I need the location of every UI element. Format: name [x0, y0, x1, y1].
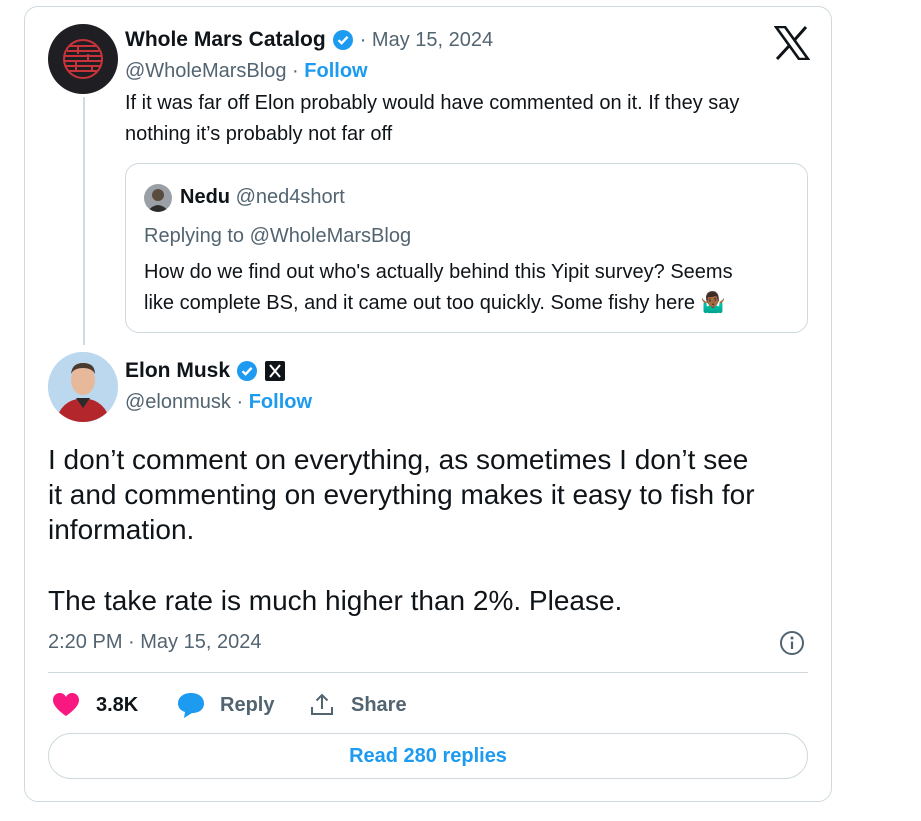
tweet-text-line: information. — [48, 514, 195, 545]
heart-icon — [52, 692, 80, 718]
follow-link[interactable]: Follow — [249, 391, 312, 413]
share-icon — [309, 692, 335, 718]
verified-badge-icon — [332, 29, 354, 51]
tweet-timestamp[interactable]: 2:20 PM · May 15, 2024 — [48, 631, 261, 654]
like-button[interactable]: 3.8K — [52, 688, 138, 722]
tweet-text-line: The take rate is much higher than 2%. Pl… — [48, 585, 623, 616]
tweet-text: I don’t comment on everything, as someti… — [48, 442, 755, 618]
tweet-text-line: like complete BS, and it came out too qu… — [144, 292, 726, 314]
reply-bubble-icon — [176, 691, 206, 719]
share-label: Share — [351, 693, 407, 716]
like-count: 3.8K — [96, 693, 139, 716]
parent-tweet-header: Whole Mars Catalog · May 15, 2024 — [125, 28, 493, 52]
avatar[interactable] — [48, 352, 118, 422]
quoted-tweet-text: How do we find out who's actually behind… — [144, 257, 733, 319]
tweet-text-line: I don’t comment on everything, as someti… — [48, 444, 749, 475]
share-button[interactable]: Share — [309, 688, 407, 722]
reply-button[interactable]: Reply — [176, 688, 274, 722]
replying-to-handle[interactable]: @WholeMarsBlog — [250, 225, 411, 247]
author-name[interactable]: Elon Musk — [125, 359, 230, 383]
main-tweet-header: Elon Musk — [125, 359, 286, 383]
author-handle[interactable]: @elonmusk — [125, 391, 231, 413]
separator-dot: · — [236, 391, 244, 413]
info-icon[interactable] — [779, 630, 805, 656]
verified-badge-icon — [236, 360, 258, 382]
author-name[interactable]: Whole Mars Catalog — [125, 28, 326, 52]
quoted-tweet-header: Nedu @ned4short — [180, 186, 345, 209]
tweet-text: If it was far off Elon probably would ha… — [125, 88, 739, 150]
read-replies-button[interactable]: Read 280 replies — [48, 733, 808, 779]
circular-maze-avatar-icon — [63, 39, 103, 79]
x-affiliate-badge-icon[interactable] — [264, 360, 286, 382]
follow-link[interactable]: Follow — [304, 60, 367, 82]
author-name[interactable]: Nedu — [180, 186, 230, 208]
avatar[interactable] — [144, 184, 172, 212]
x-logo-icon[interactable] — [773, 25, 811, 61]
read-replies-label: Read 280 replies — [349, 744, 507, 767]
replying-to-line: Replying to @WholeMarsBlog — [144, 225, 411, 248]
tweet-text-line: nothing it’s probably not far off — [125, 123, 393, 145]
divider — [48, 672, 808, 673]
tweet-text-line: it and commenting on everything makes it… — [48, 479, 755, 510]
main-handle-row: @elonmusk · Follow — [125, 391, 312, 414]
tweet-date[interactable]: · May 15, 2024 — [360, 29, 493, 52]
avatar[interactable] — [48, 24, 118, 94]
tweet-text-line: How do we find out who's actually behind… — [144, 261, 733, 283]
separator-dot: · — [292, 60, 299, 82]
author-handle[interactable]: @WholeMarsBlog — [125, 60, 286, 82]
replying-to-label: Replying to — [144, 225, 250, 247]
tweet-text-line: If it was far off Elon probably would ha… — [125, 92, 740, 114]
author-handle[interactable]: @ned4short — [236, 186, 345, 208]
parent-handle-row: @WholeMarsBlog · Follow — [125, 60, 368, 83]
reply-label: Reply — [220, 693, 275, 716]
thread-connector-line — [83, 97, 85, 345]
